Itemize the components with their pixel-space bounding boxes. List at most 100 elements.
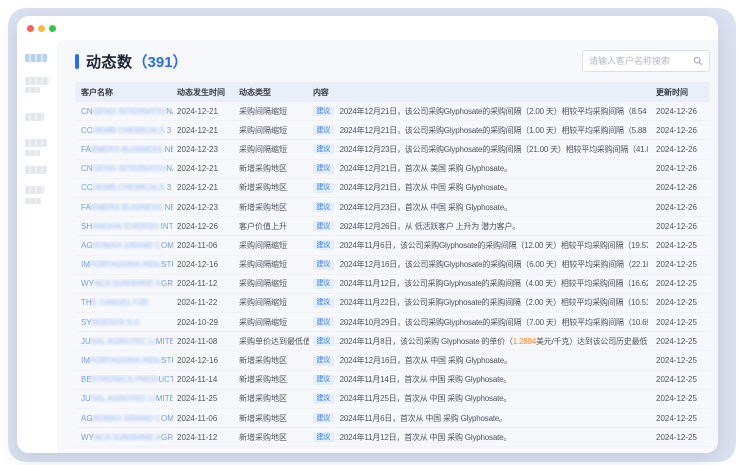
occurred-time-cell: 2024-11-06 bbox=[173, 241, 235, 250]
customer-name-prefix: FA bbox=[81, 203, 91, 212]
sidebar-item-placeholder-9[interactable] bbox=[25, 198, 41, 204]
table-row[interactable]: CCHEMB CHEMICALS 3 LLC2024-12-21新增采购地区建议… bbox=[75, 179, 710, 198]
customer-name-prefix: SY bbox=[81, 318, 92, 327]
updated-time-cell: 2024-12-25 bbox=[652, 394, 710, 403]
customer-name-cell: IMPORTADORA INDUSTRIA... bbox=[75, 260, 173, 269]
sidebar-item-placeholder-8[interactable] bbox=[25, 186, 44, 194]
customer-name-link[interactable]: WYNCA SUNSHINE AGRIC ... bbox=[81, 433, 173, 442]
table-row[interactable]: CNGENG INTERNATIONAL L...2024-12-21采购间隔缩… bbox=[75, 102, 710, 121]
content-panel: 动态数 （391） 客户名称动态发生时间动态类型内容更新时间 CNGENG IN… bbox=[57, 40, 718, 453]
suggestion-badge: 建议 bbox=[313, 144, 334, 154]
table-row[interactable]: IMPORTADORA INDUSTRIA...2024-12-16采购间隔缩短… bbox=[75, 256, 710, 275]
customer-name-prefix: WY bbox=[81, 433, 94, 442]
customer-name-link[interactable]: JUSAL AGROTEC LIMITED bbox=[81, 394, 173, 403]
sidebar-item-placeholder-7[interactable] bbox=[25, 166, 47, 174]
search-input[interactable] bbox=[589, 56, 693, 66]
customer-name-masked: GENG INTERNATIO bbox=[93, 107, 167, 116]
customer-name-link[interactable]: AGROMAX GRAND COMPA... bbox=[81, 241, 173, 250]
updated-time-cell: 2024-12-25 bbox=[652, 414, 710, 423]
customer-name-link[interactable]: BESTRONICS PRODUCTIO... bbox=[81, 375, 173, 384]
customer-name-cell: FARMERS BUSINESS NET... bbox=[75, 145, 173, 154]
table-row[interactable]: WYNCA SUNSHINE AGRIC ...2024-11-12采购间隔缩短… bbox=[75, 275, 710, 294]
updated-time-cell: 2024-12-25 bbox=[652, 279, 710, 288]
customer-name-link[interactable]: IMPORTADORA INDUSTRIA... bbox=[81, 260, 173, 269]
customer-name-masked: HEMB CHEMICALS bbox=[93, 183, 167, 192]
col-dynamic-type: 动态类型 bbox=[235, 87, 309, 98]
customer-name-link[interactable]: JUSAL AGROTEC LIMITED bbox=[81, 337, 173, 346]
suggestion-badge: 建议 bbox=[313, 164, 334, 174]
customer-search-box[interactable] bbox=[582, 50, 710, 72]
content-text-plain: 2024年12月16日，该公司采购Glyphosate的采购间隔（6.00 天）… bbox=[340, 260, 648, 269]
col-occurred-time: 动态发生时间 bbox=[173, 87, 235, 98]
content-text-plain: 2024年11月25日，首次从 中国 采购 Glyphosate。 bbox=[340, 394, 512, 403]
customer-name-link[interactable]: CCHEMB CHEMICALS 3 LLC bbox=[81, 183, 173, 192]
content-text-plain: 2024年12月21日，首次从 美国 采购 Glyphosate。 bbox=[340, 164, 512, 173]
table-row[interactable]: SYNGENTA S.A.2024-10-29采购间隔缩短建议2024年10月2… bbox=[75, 313, 710, 332]
table-row[interactable]: FARMERS BUSINESS NET...2024-12-23采购间隔缩短建… bbox=[75, 140, 710, 159]
updated-time-cell: 2024-12-25 bbox=[652, 241, 710, 250]
customer-name-link[interactable]: CCHEMB CHEMICALS 3 LLC bbox=[81, 126, 173, 135]
sidebar-item-placeholder-4[interactable] bbox=[25, 113, 44, 121]
table-row[interactable]: AGROMAX GRAND COMPA...2024-11-06新增采购地区建议… bbox=[75, 409, 710, 428]
customer-name-link[interactable]: WYNCA SUNSHINE AGRIC ... bbox=[81, 279, 173, 288]
occurred-time-cell: 2024-11-14 bbox=[173, 375, 235, 384]
content-text-plain: 2024年12月16日，首次从 中国 采购 Glyphosate。 bbox=[340, 356, 512, 365]
customer-name-link[interactable]: IMPORTADORA INDUSTRIA... bbox=[81, 356, 173, 365]
customer-name-cell: FARMERS BUSINESS NET... bbox=[75, 203, 173, 212]
updated-time-cell: 2024-12-26 bbox=[652, 183, 710, 192]
customer-name-link[interactable]: SYNGENTA S.A. bbox=[81, 318, 141, 327]
content-text-plain: 2024年10月29日，该公司采购Glyphosate的采购间隔（7.00 天）… bbox=[340, 318, 648, 327]
window-maximize-button[interactable] bbox=[49, 25, 56, 32]
table-row[interactable]: AGROMAX GRAND COMPA...2024-11-06采购间隔缩短建议… bbox=[75, 236, 710, 255]
table-row[interactable]: THE CANDEL FZE2024-11-22采购间隔缩短建议2024年11月… bbox=[75, 294, 710, 313]
window-titlebar bbox=[17, 16, 718, 40]
table-row[interactable]: BESTRONICS PRODUCTIO...2024-11-14新增采购地区建… bbox=[75, 371, 710, 390]
customer-name-prefix: TH bbox=[81, 298, 92, 307]
table-row[interactable]: CCHEMB CHEMICALS 3 LLC2024-12-21采购间隔缩短建议… bbox=[75, 121, 710, 140]
content-text-plain: 2024年12月26日，从 低活跃客户 上升为 潜力客户。 bbox=[340, 222, 520, 231]
customer-name-link[interactable]: FARMERS BUSINESS NET... bbox=[81, 203, 173, 212]
table-row[interactable]: JUSAL AGROTEC LIMITED2024-11-08采购单价达到最低值… bbox=[75, 332, 710, 351]
table-row[interactable]: WYNCA SUNSHINE AGRIC ...2024-11-12新增采购地区… bbox=[75, 428, 710, 447]
customer-name-masked: PORTADORA INDU bbox=[90, 356, 161, 365]
customer-name-masked: RMERS BUSINESS bbox=[91, 203, 165, 212]
customer-name-suffix: NAL L... bbox=[166, 164, 173, 173]
sidebar-item-placeholder-3[interactable] bbox=[25, 87, 40, 93]
table-row[interactable]: FARMERS BUSINESS NET...2024-12-23新增采购地区建… bbox=[75, 198, 710, 217]
occurred-time-cell: 2024-12-21 bbox=[173, 164, 235, 173]
customer-name-prefix: CN bbox=[81, 164, 93, 173]
content-cell: 建议 2024年12月23日，该公司采购Glyphosate的采购间隔（21.00… bbox=[309, 144, 652, 155]
sidebar-item-placeholder-1[interactable] bbox=[25, 54, 47, 62]
col-content: 内容 bbox=[309, 87, 652, 98]
customer-name-prefix: IM bbox=[81, 260, 90, 269]
sidebar-item-placeholder-5[interactable] bbox=[25, 139, 47, 147]
customer-name-cell: WYNCA SUNSHINE AGRIC ... bbox=[75, 279, 173, 288]
customer-name-masked: ROMAX GRAND C bbox=[93, 241, 161, 250]
updated-time-cell: 2024-12-25 bbox=[652, 260, 710, 269]
sidebar-item-placeholder-6[interactable] bbox=[25, 150, 40, 156]
customer-name-link[interactable]: CNGENG INTERNATIONAL L... bbox=[81, 164, 173, 173]
customer-name-link[interactable]: AGROMAX GRAND COMPA... bbox=[81, 414, 173, 423]
table-row[interactable]: JUSAL AGROTEC LIMITED2024-11-25新增采购地区建议2… bbox=[75, 390, 710, 409]
content-text: 2024年12月21日，首次从 美国 采购 Glyphosate。 bbox=[340, 163, 512, 174]
customer-name-link[interactable]: THE CANDEL FZE bbox=[81, 298, 149, 307]
content-text: 2024年11月8日，该公司采购 Glyphosate 的单价（1.2884美元… bbox=[340, 336, 648, 347]
sidebar-item-placeholder-2[interactable] bbox=[25, 77, 49, 85]
window-minimize-button[interactable] bbox=[38, 25, 45, 32]
content-cell: 建议2024年12月21日，该公司采购Glyphosate的采购间隔（1.00 … bbox=[309, 125, 652, 136]
customer-name-masked: NGENTA S.A. bbox=[92, 318, 142, 327]
customer-name-suffix: MITED bbox=[156, 394, 173, 403]
table-row[interactable]: SHANGHAI EVERSO INTER...2024-12-26客户价值上升… bbox=[75, 217, 710, 236]
customer-name-link[interactable]: SHANGHAI EVERSO INTER... bbox=[81, 222, 173, 231]
window-close-button[interactable] bbox=[27, 25, 34, 32]
content-text-plain: 2024年11月12日，首次从 中国 采购 Glyphosate。 bbox=[340, 433, 512, 442]
table-row[interactable]: CNGENG INTERNATIONAL L...2024-12-21新增采购地… bbox=[75, 160, 710, 179]
customer-name-masked: E CANDEL FZE bbox=[92, 298, 149, 307]
customer-name-link[interactable]: FARMERS BUSINESS NET... bbox=[81, 145, 173, 154]
customer-name-link[interactable]: CNGENG INTERNATIONAL L... bbox=[81, 107, 173, 116]
search-icon[interactable] bbox=[693, 56, 703, 66]
customer-name-prefix: CN bbox=[81, 107, 93, 116]
customer-name-suffix: STRIA... bbox=[161, 260, 173, 269]
table-row[interactable]: IMPORTADORA INDUSTRIA...2024-12-16新增采购地区… bbox=[75, 351, 710, 370]
content-text: 2024年12月23日，该公司采购Glyphosate的采购间隔（21.00 天… bbox=[340, 144, 648, 155]
